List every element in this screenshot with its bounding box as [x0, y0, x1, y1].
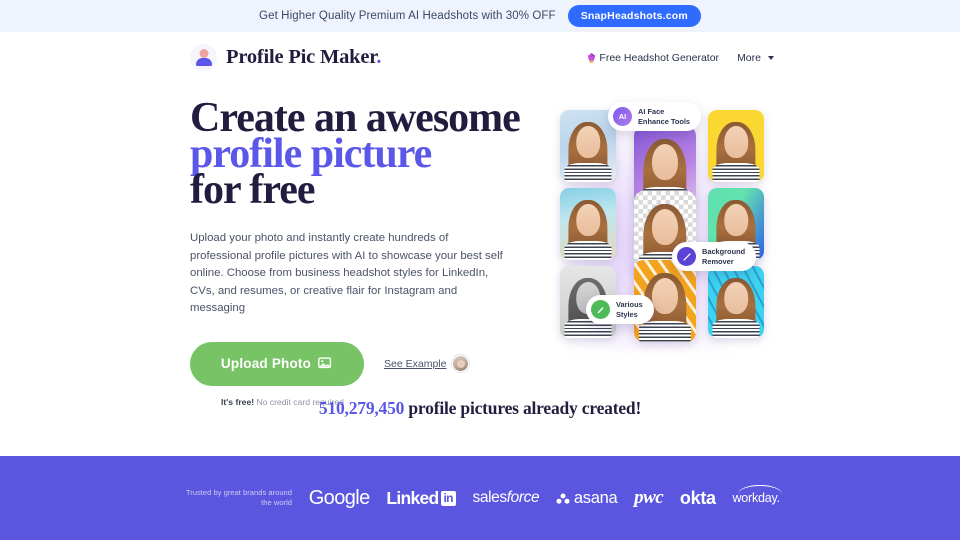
logo-google: Google	[308, 486, 371, 509]
nav-free-headshot-generator-label: Free Headshot Generator	[599, 52, 720, 64]
badge-bg-remover-label: Background Remover	[702, 247, 746, 266]
tile-beach-blur	[560, 110, 616, 182]
see-example-label[interactable]: See Example	[384, 358, 446, 370]
counter-number: 510,279,450	[318, 398, 405, 418]
nav-free-headshot-generator[interactable]: Free Headshot Generator	[587, 52, 719, 64]
brand-name: Profile Pic Maker.	[226, 46, 382, 68]
workday-arc-icon	[738, 485, 783, 494]
wand-icon	[677, 247, 696, 266]
nav-more-label: More	[737, 52, 761, 64]
page-title: Create an awesome profile picture for fr…	[190, 97, 521, 213]
tile-beach	[560, 188, 616, 260]
main-nav: Free Headshot Generator More	[587, 52, 774, 64]
trusted-brands-band: Trusted by great brands around the world…	[0, 456, 960, 540]
badge-background-remover: Background Remover	[672, 242, 757, 271]
tile-yellow	[708, 110, 764, 182]
person-avatar-icon	[190, 44, 217, 71]
badge-ai-label: AI Face Enhance Tools	[638, 107, 691, 126]
upload-photo-button[interactable]: Upload Photo	[190, 341, 364, 386]
logo-workday: workday.	[732, 485, 783, 505]
brush-icon	[591, 300, 610, 319]
tile-cyan-pattern	[708, 266, 764, 338]
image-icon	[318, 357, 332, 369]
chevron-down-icon	[768, 56, 774, 60]
avatar	[452, 355, 470, 372]
trusted-label: Trusted by great brands around the world	[185, 488, 292, 507]
counter-suffix: profile pictures already created!	[404, 398, 642, 418]
asana-icon	[556, 493, 570, 504]
logo-asana: asana	[556, 489, 618, 508]
logo-okta: okta	[679, 487, 716, 508]
landing-page: Get Higher Quality Premium AI Headshots …	[0, 0, 960, 540]
nav-more[interactable]: More	[737, 52, 774, 64]
brand-dot: .	[376, 46, 382, 68]
logo-pwc: pwc	[634, 487, 664, 508]
promo-cta-button[interactable]: SnapHeadshots.com	[567, 5, 701, 27]
promo-text: Get Higher Quality Premium AI Headshots …	[259, 10, 556, 22]
see-example[interactable]: See Example	[384, 355, 470, 372]
hero-paragraph: Upload your photo and instantly create h…	[190, 232, 503, 314]
badge-ai-face-enhance: AI AI Face Enhance Tools	[608, 102, 702, 131]
gem-icon	[588, 53, 596, 63]
promo-banner: Get Higher Quality Premium AI Headshots …	[0, 0, 960, 32]
upload-photo-label: Upload Photo	[220, 356, 312, 371]
ai-icon: AI	[613, 107, 632, 126]
hero-content: Create an awesome profile picture for fr…	[190, 97, 521, 407]
badge-styles-label: Various Styles	[616, 300, 643, 319]
brand-logo[interactable]: Profile Pic Maker.	[190, 44, 381, 71]
headline-line-3: for free	[190, 167, 316, 213]
logo-salesforce: salesforce	[472, 489, 540, 506]
hero-collage: AI AI Face Enhance Tools Background Remove…	[550, 88, 780, 363]
badge-various-styles: Various Styles	[586, 295, 654, 324]
logo-linkedin: Linked in	[386, 488, 456, 509]
cta-row: Upload Photo See Example	[190, 341, 520, 386]
counter-text: 510,279,450 profile pictures already cre…	[0, 398, 960, 419]
